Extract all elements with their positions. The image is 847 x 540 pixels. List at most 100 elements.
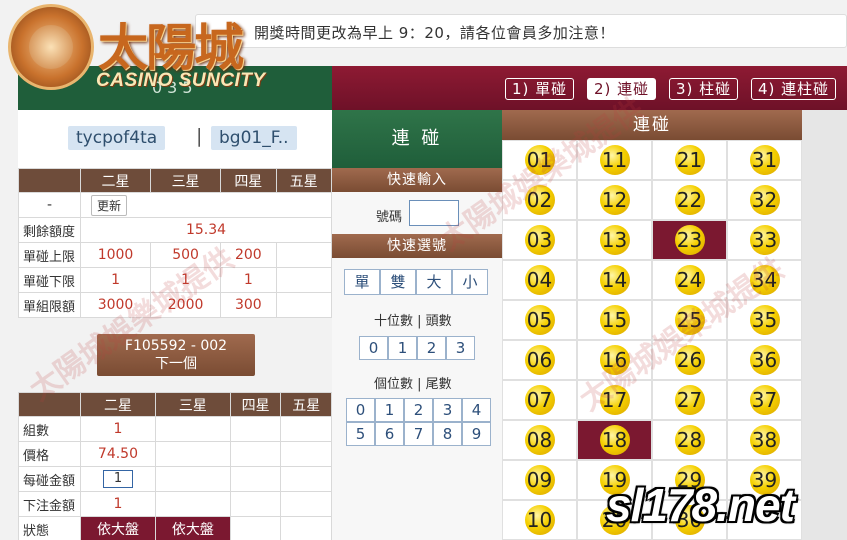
number-cell[interactable]: 24 (652, 260, 727, 300)
tab-consecutive[interactable]: 2) 連碰 (587, 78, 657, 100)
units-digit-button[interactable]: 5 (346, 422, 375, 446)
number-cell[interactable]: 26 (652, 340, 727, 380)
tab-single[interactable]: 1) 單碰 (505, 78, 575, 100)
big-button[interactable]: 大 (416, 269, 452, 295)
even-button[interactable]: 雙 (380, 269, 416, 295)
tab-consecutive-pillar[interactable]: 4) 連柱碰 (751, 78, 837, 100)
number-cell[interactable]: 06 (502, 340, 577, 380)
number-cell[interactable]: 23 (652, 220, 727, 260)
number-ball: 09 (524, 465, 555, 495)
number-ball: 11 (599, 145, 630, 175)
dash-cell: - (18, 192, 81, 218)
number-label: 號碼 (376, 210, 403, 225)
quick-input-bar: 快速輸入 (332, 168, 502, 192)
number-cell[interactable]: 01 (502, 140, 577, 180)
number-ball: 18 (599, 425, 630, 455)
number-cell[interactable]: 03 (502, 220, 577, 260)
number-cell[interactable]: 28 (652, 420, 727, 460)
number-cell[interactable]: 34 (727, 260, 802, 300)
order-header: 二星 (80, 392, 156, 417)
odd-button[interactable]: 單 (344, 269, 380, 295)
table-row: 單碰下限 1 1 1 (18, 267, 333, 293)
tab-pillar[interactable]: 3) 柱碰 (669, 78, 739, 100)
number-cell[interactable]: 32 (727, 180, 802, 220)
next-button[interactable]: F105592 - 002 下一個 (97, 334, 255, 376)
limits-header-row: 二星 三星 四星 五星 (18, 168, 333, 193)
number-cell[interactable]: 08 (502, 420, 577, 460)
number-cell[interactable]: 25 (652, 300, 727, 340)
number-cell[interactable]: 11 (577, 140, 652, 180)
number-ball: 24 (674, 265, 705, 295)
units-digit-button[interactable]: 7 (404, 422, 433, 446)
number-ball: 23 (674, 225, 705, 255)
status-badge: 依大盤 (154, 516, 231, 540)
number-cell[interactable]: 17 (577, 380, 652, 420)
number-cell[interactable]: 15 (577, 300, 652, 340)
order-header-row: 二星 三星 四星 五星 (18, 392, 332, 417)
number-ball: 21 (674, 145, 705, 175)
update-button[interactable]: 更新 (91, 194, 128, 216)
number-input[interactable] (409, 200, 459, 226)
notice-text: 開獎時間更改為早上 9：20，請各位會員多加注意！ (254, 24, 615, 42)
grid-title: 連碰 (502, 110, 802, 140)
number-cell[interactable]: 33 (727, 220, 802, 260)
tens-digit-button[interactable]: 3 (446, 336, 475, 360)
tens-digit-button[interactable]: 2 (417, 336, 446, 360)
status-badge: 依大盤 (80, 516, 156, 540)
limits-header: 四星 (220, 168, 277, 193)
number-cell[interactable]: 13 (577, 220, 652, 260)
number-cell[interactable]: 07 (502, 380, 577, 420)
tens-digit-button[interactable]: 1 (388, 336, 417, 360)
number-cell[interactable]: 16 (577, 340, 652, 380)
number-ball: 25 (674, 305, 705, 335)
value-cell: 1 (220, 267, 277, 293)
number-cell[interactable]: 10 (502, 500, 577, 540)
number-cell[interactable]: 36 (727, 340, 802, 380)
number-ball: 13 (599, 225, 630, 255)
units-digit-button[interactable]: 6 (375, 422, 404, 446)
number-cell[interactable]: 37 (727, 380, 802, 420)
units-digit-button[interactable]: 3 (433, 398, 462, 422)
table-row: 價格 74.50 (18, 441, 332, 467)
number-cell[interactable]: 31 (727, 140, 802, 180)
number-ball: 16 (599, 345, 630, 375)
number-cell[interactable]: 04 (502, 260, 577, 300)
number-cell[interactable]: 27 (652, 380, 727, 420)
number-cell[interactable]: 18 (577, 420, 652, 460)
units-digit-button[interactable]: 9 (462, 422, 491, 446)
number-ball: 27 (674, 385, 705, 415)
row-label: 每碰金額 (18, 466, 81, 492)
number-ball: 17 (599, 385, 630, 415)
sun-emblem-icon (8, 4, 94, 90)
logo-english-text: CASINO SUNCITY (96, 70, 266, 91)
number-cell[interactable]: 09 (502, 460, 577, 500)
units-digit-button[interactable]: 4 (462, 398, 491, 422)
units-buttons-row1: 0 1 2 3 4 (346, 398, 491, 422)
number-cell[interactable]: 05 (502, 300, 577, 340)
number-cell[interactable]: 14 (577, 260, 652, 300)
number-cell[interactable]: 21 (652, 140, 727, 180)
number-cell[interactable]: 22 (652, 180, 727, 220)
number-ball: 35 (749, 305, 780, 335)
table-row: 剩餘額度 15.34 (18, 217, 332, 243)
units-digit-button[interactable]: 1 (375, 398, 404, 422)
small-button[interactable]: 小 (452, 269, 488, 295)
value-cell: 3000 (79, 292, 152, 318)
number-cell[interactable]: 02 (502, 180, 577, 220)
account-chip: tycpof4ta (68, 126, 166, 150)
limits-table: 二星 三星 四星 五星 - 更新 剩餘額度 15.34 單碰上限 1000 50… (18, 168, 333, 318)
value-cell (275, 242, 333, 268)
row-label: 單碰下限 (18, 267, 81, 293)
units-digit-button[interactable]: 8 (433, 422, 462, 446)
units-digit-button[interactable]: 0 (346, 398, 375, 422)
value-cell: 200 (220, 242, 277, 268)
number-cell[interactable]: 38 (727, 420, 802, 460)
tens-digit-button[interactable]: 0 (359, 336, 388, 360)
number-cell[interactable]: 12 (577, 180, 652, 220)
amount-input[interactable]: 1 (102, 470, 133, 488)
number-cell[interactable]: 35 (727, 300, 802, 340)
units-digit-button[interactable]: 2 (404, 398, 433, 422)
value-cell (275, 292, 333, 318)
order-header: 五星 (280, 392, 332, 417)
number-ball: 08 (524, 425, 555, 455)
